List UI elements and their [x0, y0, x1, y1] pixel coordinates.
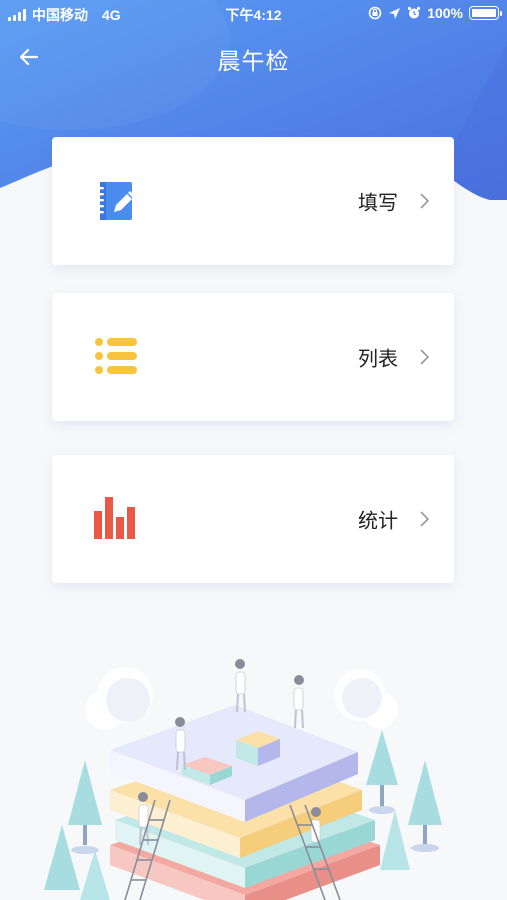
status-right: 100% — [368, 5, 502, 21]
menu-card-label: 统计 — [358, 510, 398, 533]
screen-lock-icon — [368, 6, 382, 20]
menu-card-list[interactable]: 列表 — [52, 293, 454, 421]
books-illustration — [0, 640, 507, 900]
battery-percent: 100% — [427, 5, 463, 21]
menu-card-stats[interactable]: 统计 — [52, 455, 454, 583]
menu-card-fill[interactable]: 填写 — [52, 137, 454, 265]
notebook-edit-icon — [97, 182, 135, 220]
list-icon — [95, 338, 137, 374]
bar-chart-icon — [94, 497, 135, 539]
battery-icon — [469, 6, 502, 20]
alarm-icon — [408, 6, 421, 19]
menu-card-label: 填写 — [358, 192, 398, 215]
chevron-right-icon — [420, 193, 430, 209]
menu-card-label: 列表 — [358, 348, 398, 371]
chevron-right-icon — [420, 511, 430, 527]
status-bar: 中国移动 4G 下午4:12 100% — [0, 0, 507, 28]
nav-bar: 晨午检 — [0, 36, 507, 78]
location-icon — [389, 7, 401, 19]
page-title: 晨午检 — [217, 48, 290, 74]
chevron-right-icon — [420, 349, 430, 365]
